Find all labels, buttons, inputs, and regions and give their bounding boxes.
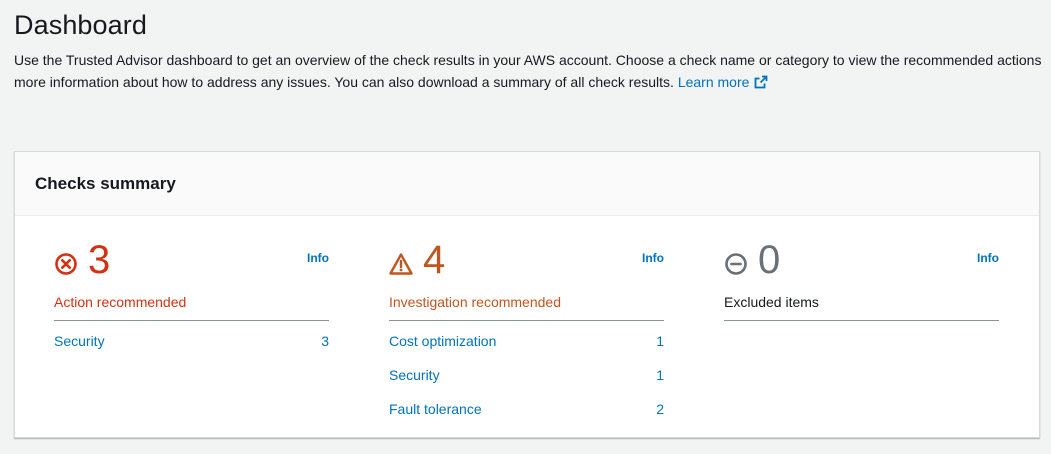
category-count: 2 <box>656 401 664 417</box>
category-link-security[interactable]: Security <box>54 333 105 349</box>
category-count: 1 <box>656 333 664 349</box>
external-link-icon <box>755 75 768 89</box>
category-link-security[interactable]: Security <box>389 367 440 383</box>
investigation-recommended-count: 4 <box>423 238 446 282</box>
description-line-1: Use the Trusted Advisor dashboard to get… <box>14 52 1042 68</box>
list-item: Security 1 <box>389 365 664 399</box>
info-link[interactable]: Info <box>307 251 329 265</box>
page-description: Use the Trusted Advisor dashboard to get… <box>14 49 1051 93</box>
category-list: Security 3 <box>54 331 329 365</box>
info-link[interactable]: Info <box>977 251 999 265</box>
dashboard-page: Dashboard Use the Trusted Advisor dashbo… <box>0 0 1051 454</box>
category-list: Cost optimization 1 Security 1 Fault tol… <box>389 331 664 433</box>
learn-more-label: Learn more <box>677 74 750 90</box>
category-link-cost-optimization[interactable]: Cost optimization <box>389 333 496 349</box>
description-line-2: more information about how to address an… <box>14 71 1051 93</box>
excluded-items-column: 0 Info Excluded items <box>724 216 999 436</box>
count-row: 4 Info <box>389 238 664 284</box>
category-count: 1 <box>656 367 664 383</box>
learn-more-link[interactable]: Learn more <box>678 74 769 90</box>
list-item: Security 3 <box>54 331 329 365</box>
excluded-items-count: 0 <box>758 238 781 282</box>
info-link[interactable]: Info <box>642 251 664 265</box>
divider <box>724 320 999 321</box>
action-recommended-column: 3 Info Action recommended Security 3 <box>54 216 329 436</box>
list-item: Cost optimization 1 <box>389 331 664 365</box>
page-title: Dashboard <box>14 10 147 40</box>
panel-header: Checks summary <box>15 152 1039 216</box>
divider <box>389 320 664 321</box>
list-item: Fault tolerance 2 <box>389 399 664 433</box>
action-recommended-label: Action recommended <box>54 294 187 310</box>
description-line-2-text: more information about how to address an… <box>14 74 674 90</box>
count-row: 3 Info <box>54 238 329 284</box>
divider <box>54 320 329 321</box>
action-recommended-count: 3 <box>88 238 111 282</box>
category-count: 3 <box>321 333 329 349</box>
investigation-recommended-column: 4 Info Investigation recommended Cost op… <box>389 216 664 436</box>
excluded-items-label: Excluded items <box>724 294 819 310</box>
category-link-fault-tolerance[interactable]: Fault tolerance <box>389 401 482 417</box>
excluded-circle-icon <box>725 253 747 275</box>
error-circle-icon <box>55 253 77 275</box>
count-row: 0 Info <box>724 238 999 284</box>
checks-summary-title: Checks summary <box>35 174 176 193</box>
investigation-recommended-label: Investigation recommended <box>389 294 561 310</box>
warning-triangle-icon <box>389 253 413 275</box>
checks-summary-panel: Checks summary 3 Info Action recommended… <box>14 151 1040 438</box>
